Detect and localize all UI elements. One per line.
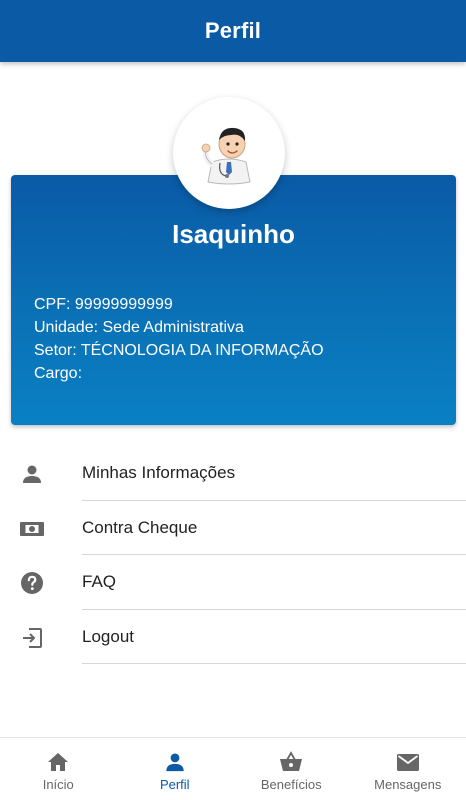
person-icon <box>19 461 45 487</box>
menu-item-label: Logout <box>82 626 134 646</box>
mail-icon <box>396 751 420 773</box>
divider <box>82 663 466 664</box>
basket-icon <box>279 751 303 773</box>
app-bar: Perfil <box>0 0 466 62</box>
nav-mensagens[interactable]: Mensagens <box>350 738 466 800</box>
profile-info: CPF: 99999999999 Unidade: Sede Administr… <box>34 293 324 385</box>
money-icon <box>19 516 45 542</box>
page-title: Perfil <box>204 18 262 43</box>
setor-text: Setor: TÉCNOLOGIA DA INFORMAÇÃO <box>34 342 324 359</box>
nav-label: Perfil <box>159 777 190 792</box>
nav-beneficios[interactable]: Benefícios <box>233 738 350 800</box>
nav-label: Benefícios <box>260 777 322 792</box>
cpf-text: CPF: 99999999999 <box>34 296 173 313</box>
nav-label: Mensagens <box>374 777 442 792</box>
menu-item-logout[interactable]: Logout <box>0 610 466 664</box>
profile-name: Isaquinho <box>172 219 295 249</box>
unidade-text: Unidade: Sede Administrativa <box>34 319 244 336</box>
menu-item-label: Contra Cheque <box>82 517 198 537</box>
profile-card: Isaquinho CPF: 99999999999 Unidade: Sede… <box>11 175 456 425</box>
menu-item-faq[interactable]: FAQ <box>0 555 466 610</box>
nav-perfil[interactable]: Perfil <box>117 738 234 800</box>
menu-item-label: Minhas Informações <box>82 463 236 482</box>
help-icon <box>19 570 45 596</box>
logout-icon <box>19 625 45 651</box>
nav-label: Início <box>42 777 74 792</box>
menu-item-contra-cheque[interactable]: Contra Cheque <box>0 501 466 555</box>
profile-menu: Minhas Informações Contra Cheque FAQ Log… <box>0 446 466 664</box>
menu-item-minhas-informacoes[interactable]: Minhas Informações <box>0 446 466 501</box>
home-icon <box>46 751 70 773</box>
menu-item-label: FAQ <box>82 572 117 591</box>
bottom-navigation: Início Perfil Benefícios Mensagens <box>0 737 466 800</box>
cargo-text: Cargo: <box>34 365 83 382</box>
avatar[interactable] <box>173 97 285 209</box>
avatar-image <box>201 127 251 185</box>
person-icon <box>163 751 187 773</box>
nav-inicio[interactable]: Início <box>0 738 117 800</box>
